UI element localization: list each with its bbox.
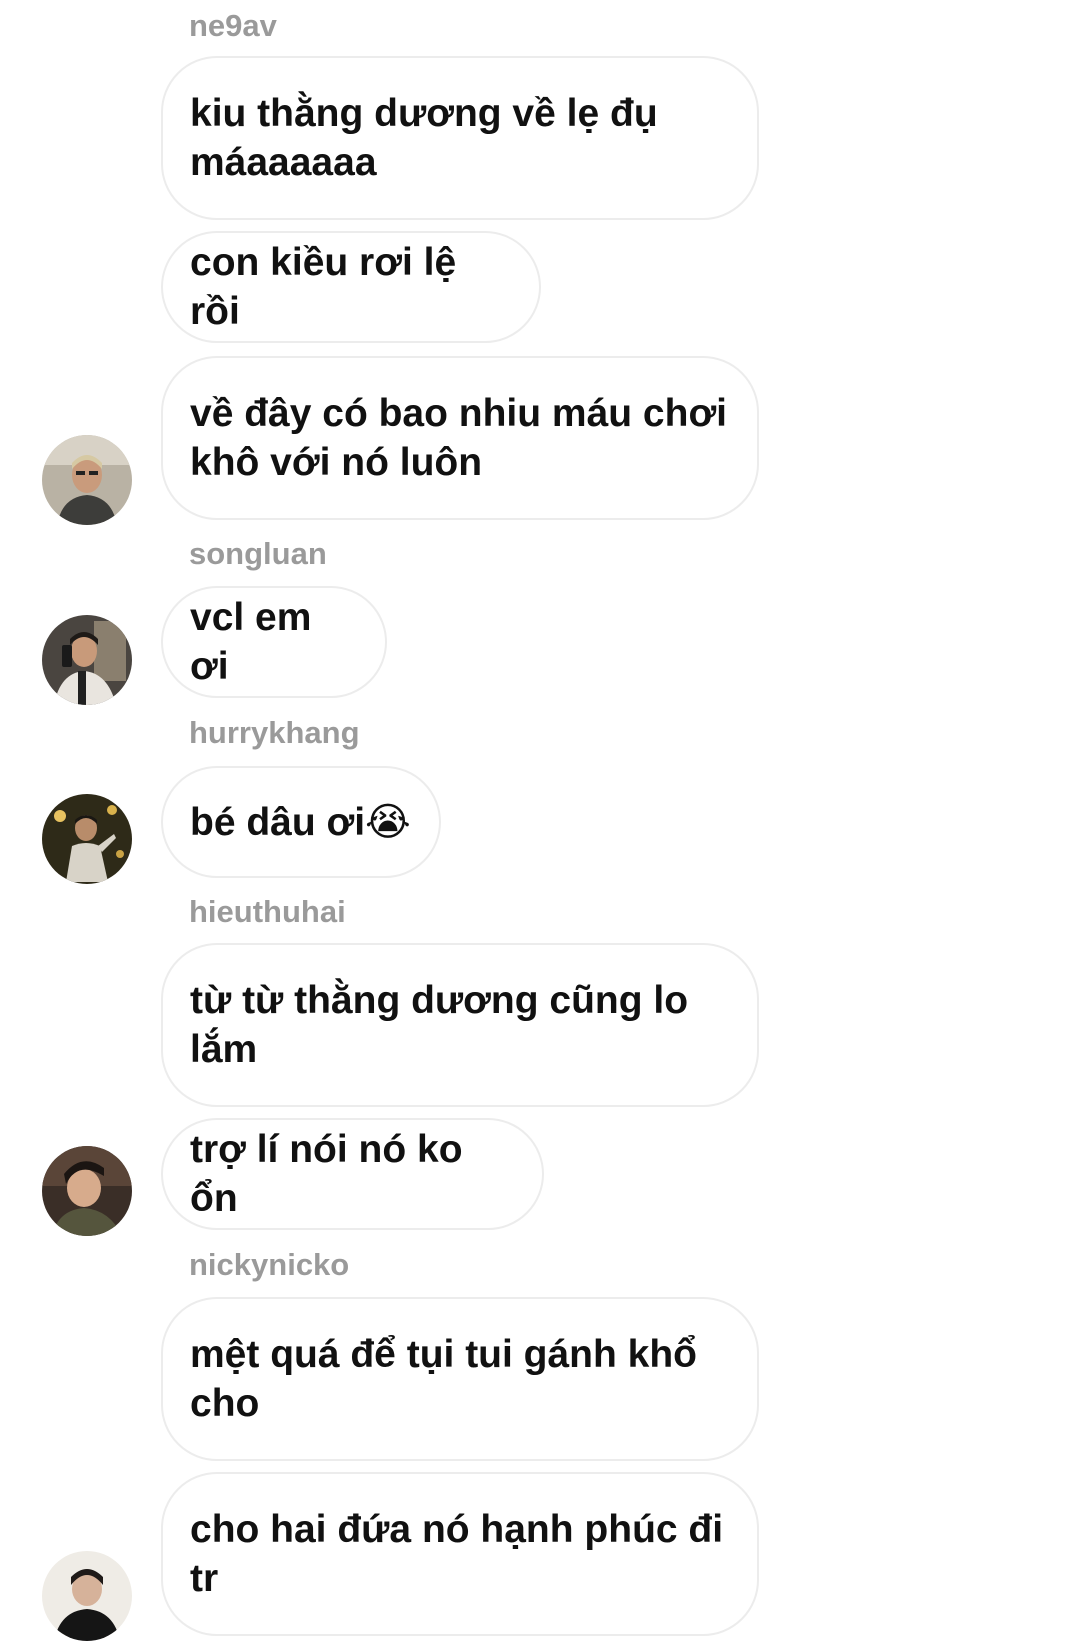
message-text: mệt quá để tụi tui gánh khổ cho (190, 1333, 697, 1425)
message-bubble[interactable]: kiu thằng dương về lẹ đụ máaaaaaa (161, 56, 759, 220)
sender-avatar[interactable] (42, 1146, 132, 1236)
message-bubble[interactable]: vcl em ơi (161, 586, 387, 698)
sender-username[interactable]: nickynicko (189, 1247, 349, 1283)
sender-avatar[interactable] (42, 615, 132, 705)
message-bubble[interactable]: mệt quá để tụi tui gánh khổ cho (161, 1297, 759, 1461)
avatar-hurrykhang-icon (42, 794, 132, 884)
avatar-nickynicko-icon (42, 1551, 132, 1641)
message-bubble[interactable]: bé dâu ơi😭 (161, 766, 441, 878)
message-bubble[interactable]: con kiều rơi lệ rồi (161, 231, 541, 343)
message-text: vcl em ơi (190, 596, 312, 688)
message-bubble[interactable]: về đây có bao nhiu máu chơi khô với nó l… (161, 356, 759, 520)
message-bubble[interactable]: trợ lí nói nó ko ổn (161, 1118, 544, 1230)
avatar-songluan-icon (42, 615, 132, 705)
message-text: con kiều rơi lệ rồi (190, 241, 457, 333)
sender-username[interactable]: hieuthuhai (189, 894, 346, 930)
message-text: về đây có bao nhiu máu chơi khô với nó l… (190, 392, 728, 484)
sender-avatar[interactable] (42, 1551, 132, 1641)
chat-thread: ne9av kiu thằng dương về lẹ đụ máaaaaaa … (0, 0, 1080, 1644)
sender-avatar[interactable] (42, 794, 132, 884)
message-text: kiu thằng dương về lẹ đụ máaaaaaa (190, 92, 658, 184)
message-bubble[interactable]: cho hai đứa nó hạnh phúc đi tr (161, 1472, 759, 1636)
message-bubble[interactable]: từ từ thằng dương cũng lo lắm (161, 943, 759, 1107)
message-text: bé dâu ơi😭 (190, 800, 411, 844)
message-text: trợ lí nói nó ko ổn (190, 1128, 463, 1220)
message-text: từ từ thằng dương cũng lo lắm (190, 979, 689, 1071)
message-text: cho hai đứa nó hạnh phúc đi tr (190, 1508, 724, 1600)
sender-username[interactable]: ne9av (189, 8, 277, 44)
avatar-hieuthuhai-icon (42, 1146, 132, 1236)
avatar-ne9av-icon (42, 435, 132, 525)
sender-username[interactable]: songluan (189, 536, 327, 572)
sender-username[interactable]: hurrykhang (189, 715, 360, 751)
sender-avatar[interactable] (42, 435, 132, 525)
